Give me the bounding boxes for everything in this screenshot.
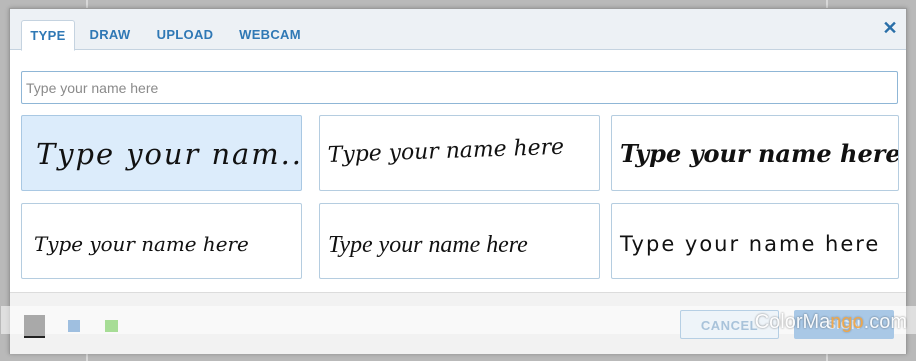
signature-option-6[interactable]: Type your name here	[611, 203, 899, 279]
color-swatch-black[interactable]	[24, 315, 45, 338]
tab-upload[interactable]: UPLOAD	[149, 20, 221, 50]
color-swatch-green[interactable]	[105, 320, 118, 332]
signature-option-text: Type your nam...	[36, 137, 301, 171]
watermark: ColorMango.com	[755, 311, 907, 334]
name-input[interactable]	[21, 71, 898, 104]
tab-bar: TYPE DRAW UPLOAD WEBCAM ✕	[10, 9, 906, 51]
signature-option-3[interactable]: Type your name here	[611, 115, 899, 191]
signature-option-text: Type your name here	[328, 232, 528, 258]
signature-option-text: Type your name here	[34, 233, 249, 256]
signature-dialog: TYPE DRAW UPLOAD WEBCAM ✕ Type your nam.…	[1, 8, 916, 354]
signature-option-text: Type your name here	[619, 232, 880, 256]
tab-draw[interactable]: DRAW	[83, 20, 137, 50]
signature-option-2[interactable]: Type your name here	[319, 115, 600, 191]
signature-option-text: Type your name here	[327, 135, 564, 168]
signature-option-5[interactable]: Type your name here	[319, 203, 600, 279]
tab-webcam[interactable]: WEBCAM	[232, 20, 308, 50]
signature-option-4[interactable]: Type your name here	[21, 203, 302, 279]
signature-option-text: Type your name here	[620, 139, 898, 168]
close-icon[interactable]: ✕	[880, 18, 900, 38]
watermark-domain: .com	[863, 311, 907, 333]
watermark-text: ColorMa	[754, 311, 831, 333]
watermark-text-accent: ngo	[830, 311, 864, 333]
color-swatch-blue[interactable]	[68, 320, 80, 332]
signature-style-grid: Type your nam... Type your name here Typ…	[21, 115, 899, 281]
signature-option-1[interactable]: Type your nam...	[21, 115, 302, 191]
tab-type[interactable]: TYPE	[21, 20, 75, 51]
